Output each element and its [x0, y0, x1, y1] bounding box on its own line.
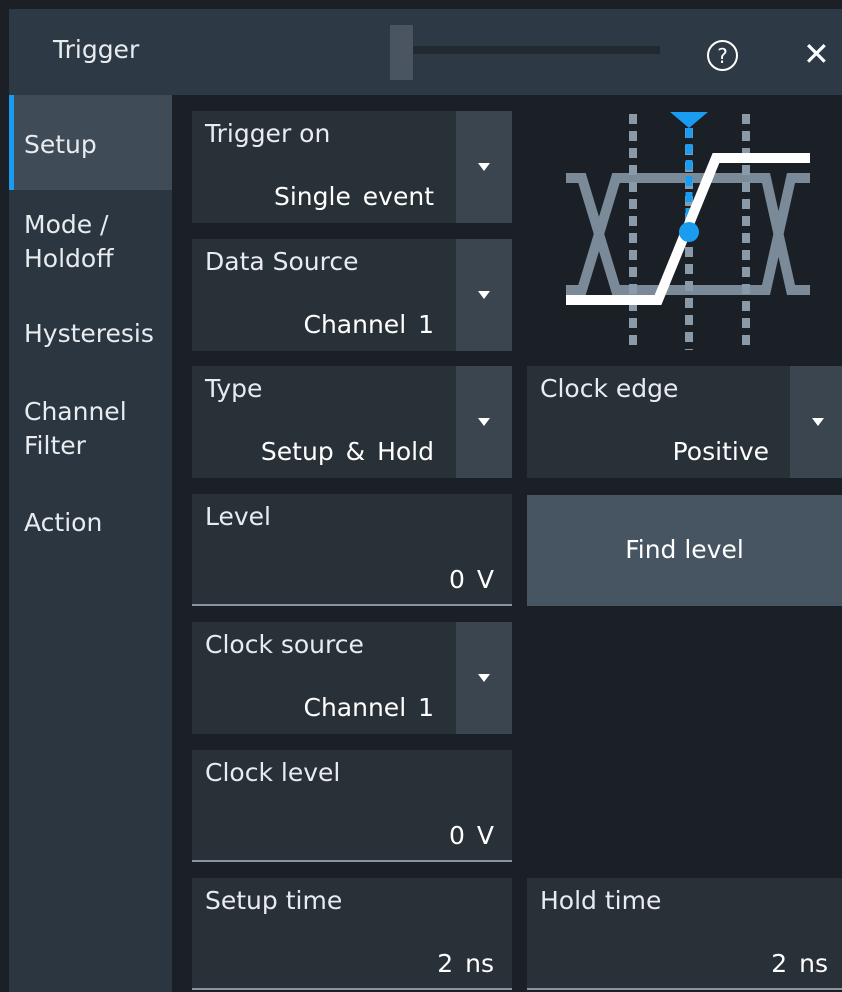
level-label: Level [205, 502, 271, 531]
title-bar: Trigger ? ✕ [9, 9, 842, 95]
setup-time-field[interactable]: Setup time 2 ns [192, 878, 512, 990]
sidebar-item-label: Mode / Holdoff [24, 210, 114, 273]
clock-edge-value: Positive [672, 437, 769, 466]
active-tab-indicator [9, 95, 14, 190]
type-dropdown[interactable]: Type Setup & Hold [192, 366, 512, 478]
sidebar-item-action[interactable]: Action [9, 506, 172, 546]
chevron-down-icon[interactable] [456, 111, 512, 223]
trigger-on-dropdown[interactable]: Trigger on Single event [192, 111, 512, 223]
help-icon[interactable]: ? [707, 40, 738, 71]
clock-source-value: Channel 1 [303, 693, 435, 722]
clock-level-value: 0 V [449, 821, 494, 850]
clock-edge-dropdown[interactable]: Clock edge Positive [527, 366, 842, 478]
field-underline [527, 988, 842, 990]
sidebar-divider [172, 95, 178, 992]
setup-time-value: 2 ns [437, 949, 494, 978]
sidebar-item-channel-filter[interactable]: Channel Filter [9, 395, 172, 465]
sidebar-item-label: Action [24, 508, 103, 537]
type-value: Setup & Hold [260, 437, 434, 466]
sidebar-item-hysteresis[interactable]: Hysteresis [9, 317, 172, 357]
chevron-down-icon[interactable] [456, 239, 512, 351]
transparency-slider-thumb[interactable] [390, 25, 413, 80]
clock-level-field[interactable]: Clock level 0 V [192, 750, 512, 862]
type-label: Type [205, 374, 263, 403]
trigger-on-label: Trigger on [205, 119, 331, 148]
field-underline [192, 988, 512, 990]
sidebar-item-setup[interactable]: Setup [9, 95, 172, 190]
sidebar-item-label: Setup [24, 130, 97, 159]
data-source-value: Channel 1 [303, 310, 435, 339]
find-level-label: Find level [625, 535, 744, 564]
sidebar-item-mode-holdoff[interactable]: Mode / Holdoff [9, 208, 172, 278]
find-level-button[interactable]: Find level [527, 495, 842, 606]
chevron-down-icon[interactable] [790, 366, 842, 478]
sidebar-item-label: Hysteresis [24, 319, 154, 348]
sidebar: Setup Mode / Holdoff Hysteresis Channel … [9, 95, 177, 992]
hold-time-label: Hold time [540, 886, 662, 915]
clock-source-dropdown[interactable]: Clock source Channel 1 [192, 622, 512, 734]
chevron-down-icon[interactable] [456, 366, 512, 478]
trigger-on-value: Single event [273, 182, 434, 211]
level-field[interactable]: Level 0 V [192, 494, 512, 606]
chevron-down-icon[interactable] [456, 622, 512, 734]
setup-time-label: Setup time [205, 886, 343, 915]
dialog-title: Trigger [53, 35, 140, 64]
transparency-slider-track[interactable] [404, 46, 660, 54]
clock-edge-label: Clock edge [540, 374, 679, 403]
field-underline [192, 604, 512, 606]
sidebar-item-label: Channel Filter [24, 397, 127, 460]
clock-source-label: Clock source [205, 630, 364, 659]
level-value: 0 V [449, 565, 494, 594]
data-source-label: Data Source [205, 247, 359, 276]
close-icon[interactable]: ✕ [803, 34, 830, 74]
hold-time-field[interactable]: Hold time 2 ns [527, 878, 842, 990]
field-underline [192, 860, 512, 862]
data-source-dropdown[interactable]: Data Source Channel 1 [192, 239, 512, 351]
setup-hold-diagram-icon [566, 112, 810, 350]
clock-level-label: Clock level [205, 758, 341, 787]
hold-time-value: 2 ns [771, 949, 828, 978]
